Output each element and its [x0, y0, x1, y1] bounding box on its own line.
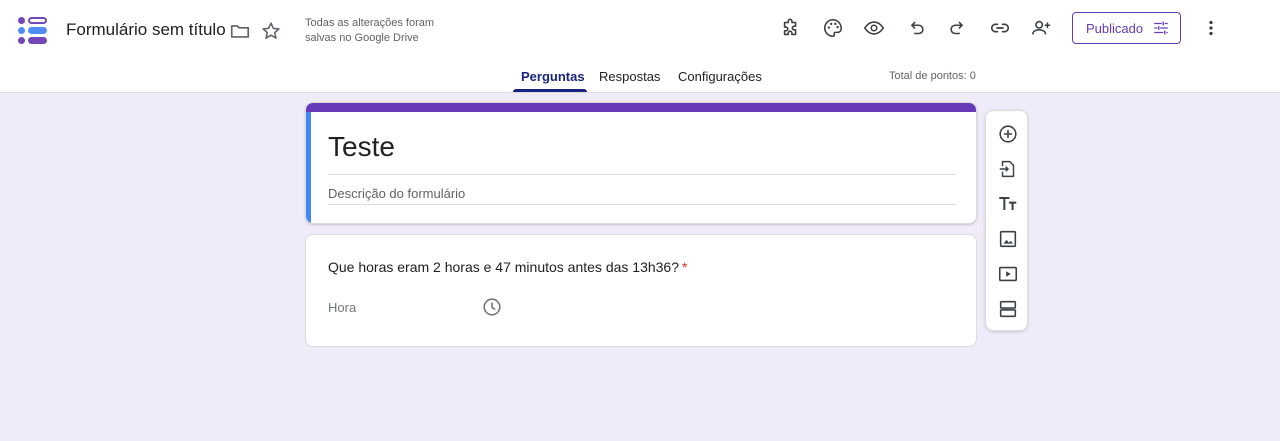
form-description-input[interactable]: Descrição do formulário	[328, 186, 465, 201]
folder-icon[interactable]	[225, 16, 255, 46]
add-title-icon[interactable]	[996, 192, 1020, 216]
published-button-label: Publicado	[1086, 20, 1144, 36]
description-underline	[328, 204, 956, 205]
add-video-icon[interactable]	[996, 262, 1020, 286]
required-asterisk: *	[682, 259, 688, 275]
total-points: Total de pontos: 0	[889, 70, 976, 82]
save-status-text: Todas as alterações foram salvas no Goog…	[305, 17, 435, 44]
floating-toolbar	[985, 110, 1028, 331]
tab-settings[interactable]: Configurações	[678, 69, 762, 84]
add-image-icon[interactable]	[996, 227, 1020, 251]
clock-icon	[483, 298, 501, 316]
undo-icon[interactable]	[901, 13, 931, 43]
document-title[interactable]: Formulário sem título	[66, 20, 226, 40]
focus-indicator	[306, 112, 311, 223]
add-collaborator-icon[interactable]	[1026, 13, 1056, 43]
form-tabs: Perguntas Respostas Configurações Total …	[0, 58, 1280, 93]
tune-icon	[1154, 21, 1168, 35]
theme-color-bar	[306, 103, 976, 112]
addons-icon[interactable]	[776, 13, 806, 43]
palette-icon[interactable]	[818, 13, 848, 43]
preview-icon[interactable]	[859, 13, 889, 43]
add-question-icon[interactable]	[996, 122, 1020, 146]
question-text: Que horas eram 2 horas e 47 minutos ante…	[328, 259, 679, 275]
question-card[interactable]: Que horas eram 2 horas e 47 minutos ante…	[305, 234, 977, 347]
active-tab-indicator	[513, 89, 587, 92]
form-title-card[interactable]: Teste Descrição do formulário	[305, 102, 977, 224]
import-questions-icon[interactable]	[996, 157, 1020, 181]
title-underline	[328, 174, 956, 175]
add-section-icon[interactable]	[996, 297, 1020, 321]
tab-responses[interactable]: Respostas	[599, 69, 660, 84]
time-answer-placeholder: Hora	[328, 300, 357, 315]
star-icon[interactable]	[256, 16, 286, 46]
forms-logo-icon[interactable]	[18, 14, 48, 46]
form-title-input[interactable]: Teste	[328, 131, 395, 163]
app-header: Formulário sem título Todas as alteraçõe…	[0, 0, 1280, 93]
published-button[interactable]: Publicado	[1072, 12, 1181, 44]
question-title: Que horas eram 2 horas e 47 minutos ante…	[328, 259, 687, 275]
redo-icon[interactable]	[943, 13, 973, 43]
tab-questions[interactable]: Perguntas	[521, 69, 585, 84]
link-icon[interactable]	[985, 13, 1015, 43]
more-vert-icon[interactable]	[1196, 13, 1226, 43]
